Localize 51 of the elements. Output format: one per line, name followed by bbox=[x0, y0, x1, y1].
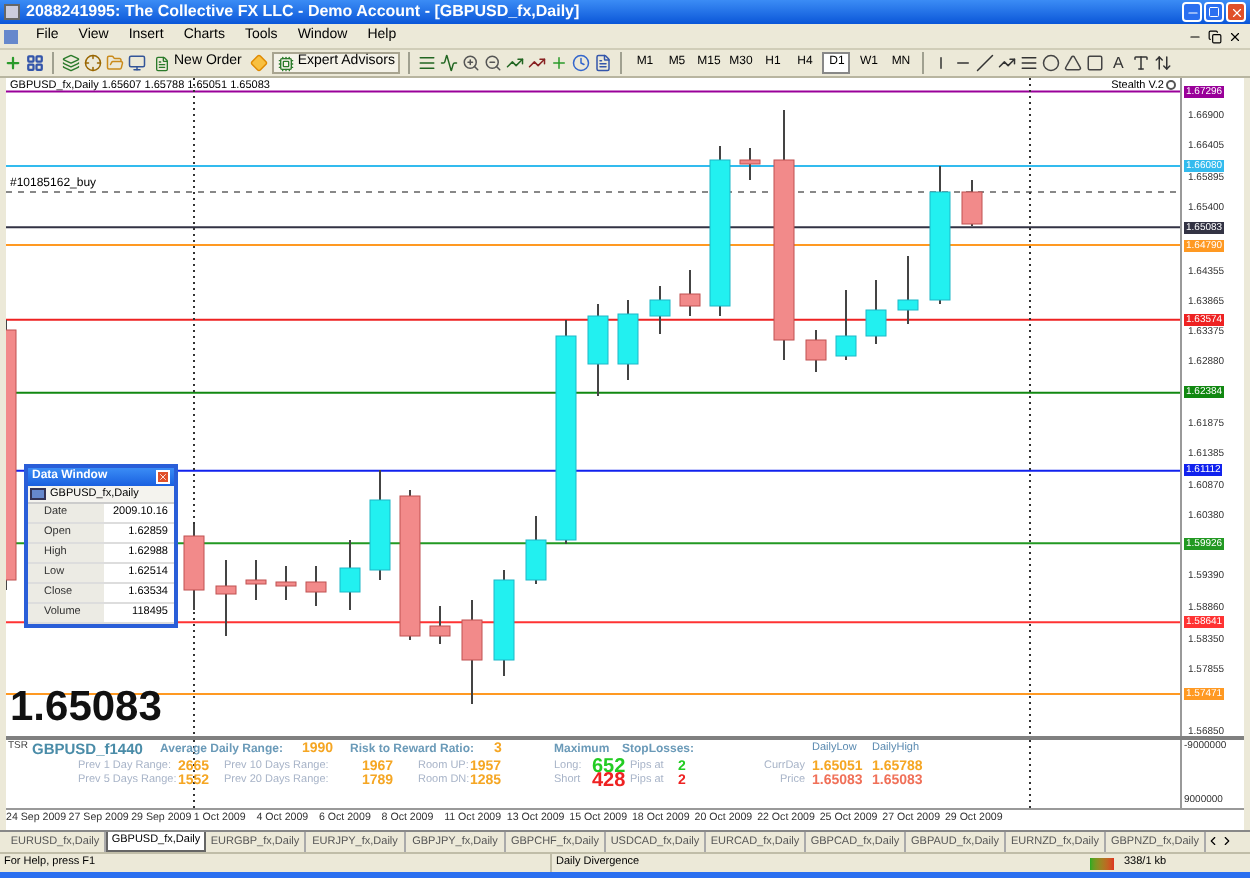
candle bbox=[429, 605, 451, 645]
candle bbox=[929, 165, 951, 305]
candle bbox=[835, 289, 857, 361]
text-icon[interactable] bbox=[1131, 54, 1150, 72]
candle bbox=[215, 559, 237, 637]
trendline-icon[interactable] bbox=[976, 54, 995, 72]
text-label-button[interactable]: A bbox=[1108, 51, 1128, 75]
candle bbox=[183, 523, 205, 611]
zoom-in-icon[interactable] bbox=[462, 54, 481, 72]
scroll-right-icon[interactable] bbox=[1220, 834, 1234, 848]
candle bbox=[865, 279, 887, 345]
candle bbox=[369, 469, 391, 581]
connection-icon bbox=[1090, 857, 1114, 869]
close-button[interactable] bbox=[1226, 2, 1246, 22]
child-restore-icon[interactable] bbox=[1208, 29, 1222, 43]
triangle-icon[interactable] bbox=[1064, 54, 1083, 72]
ellipse-icon[interactable] bbox=[1042, 54, 1061, 72]
candle bbox=[961, 179, 983, 227]
scroll-left-icon[interactable] bbox=[1206, 834, 1220, 848]
vertical-dotted-line bbox=[1029, 740, 1031, 808]
close-icon bbox=[1229, 5, 1243, 19]
minimize-button[interactable] bbox=[1182, 2, 1202, 22]
candle bbox=[897, 255, 919, 325]
candle bbox=[739, 147, 761, 181]
candle bbox=[617, 299, 639, 381]
child-close-icon[interactable] bbox=[1228, 29, 1242, 43]
window-title: 2088241995: The Collective FX LLC - Demo Account - [GBPUSD_fx,Daily] bbox=[26, 4, 580, 20]
close-button[interactable] bbox=[156, 470, 170, 484]
chart-icon bbox=[30, 488, 46, 500]
new-chart-icon[interactable] bbox=[4, 54, 22, 72]
candle bbox=[493, 569, 515, 677]
arrows-icon[interactable] bbox=[1153, 54, 1172, 72]
maximize-button[interactable] bbox=[1204, 2, 1224, 22]
candle bbox=[275, 565, 297, 601]
candle bbox=[525, 515, 547, 585]
app-icon bbox=[4, 4, 20, 20]
last-price: 1.65083 bbox=[10, 686, 162, 728]
candle bbox=[679, 269, 701, 317]
candle bbox=[305, 565, 327, 607]
zoom-out-icon[interactable] bbox=[484, 54, 503, 72]
candle bbox=[339, 539, 361, 611]
panel-value: 428 bbox=[592, 772, 626, 792]
channel-icon[interactable] bbox=[998, 54, 1017, 72]
candle bbox=[649, 285, 671, 335]
candle bbox=[805, 329, 827, 373]
maximize-icon bbox=[1208, 6, 1220, 18]
candle bbox=[461, 599, 483, 705]
candle bbox=[587, 303, 609, 397]
candle bbox=[245, 559, 267, 601]
chip-icon bbox=[277, 55, 294, 71]
vertical-dotted-line bbox=[193, 740, 195, 808]
